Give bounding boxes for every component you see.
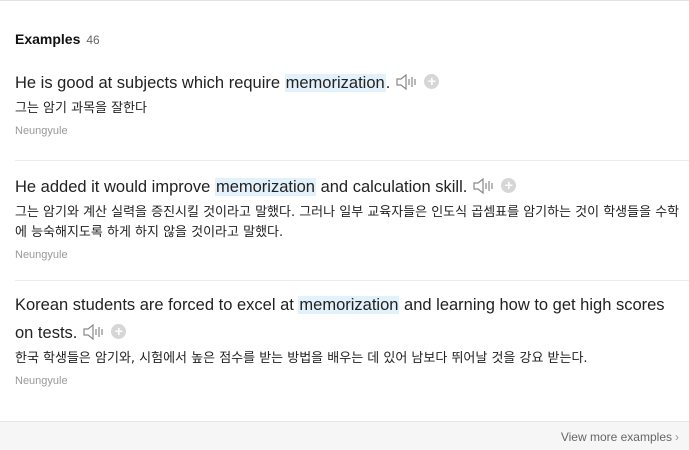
examples-footer: View more examples › xyxy=(0,421,689,450)
add-to-wordbook-icon[interactable]: + xyxy=(424,74,440,90)
sentence-text: He is good at subjects which require xyxy=(15,74,285,92)
examples-panel: Examples 46 He is good at subjects which… xyxy=(0,0,689,450)
view-more-label: View more examples xyxy=(560,430,672,444)
highlighted-term: memorization xyxy=(298,296,400,314)
example-actions: + xyxy=(83,323,127,340)
add-to-wordbook-icon[interactable]: + xyxy=(111,324,127,340)
example-sentence-en: Korean students are forced to excel at m… xyxy=(15,291,689,347)
example-translation-ko: 그는 암기와 계산 실력을 증진시킬 것이라고 말했다. 그러나 일부 교육자들… xyxy=(15,205,680,240)
example-translation-ko: 한국 학생들은 암기와, 시험에서 높은 점수를 받는 방법을 배우는 데 있어… xyxy=(15,351,588,366)
examples-count: 46 xyxy=(86,33,100,47)
speaker-icon[interactable] xyxy=(83,323,105,340)
highlighted-term: memorization xyxy=(214,178,316,196)
examples-title: Examples xyxy=(15,31,81,47)
add-to-wordbook-icon[interactable]: + xyxy=(501,178,517,194)
speaker-icon[interactable] xyxy=(473,177,495,194)
highlighted-term: memorization xyxy=(284,74,386,92)
examples-header: Examples 46 xyxy=(15,31,100,47)
example-source: Neungyule xyxy=(15,375,68,387)
speaker-icon[interactable] xyxy=(396,73,418,90)
example-source: Neungyule xyxy=(15,249,68,261)
sentence-text: Korean students are forced to excel at xyxy=(15,296,299,314)
sentence-text: He added it would improve xyxy=(15,178,215,196)
example-translation-ko: 그는 암기 과목을 잘한다 xyxy=(15,101,147,116)
example-item: He added it would improve memorization a… xyxy=(15,173,689,281)
example-item: He is good at subjects which require mem… xyxy=(15,69,689,161)
sentence-text: . xyxy=(385,74,391,92)
example-sentence-en: He added it would improve memorization a… xyxy=(15,173,689,201)
example-sentence-en: He is good at subjects which require mem… xyxy=(15,69,689,97)
example-item: Korean students are forced to excel at m… xyxy=(15,291,689,403)
view-more-examples-link[interactable]: View more examples › xyxy=(561,430,679,444)
chevron-right-icon: › xyxy=(675,430,679,444)
example-actions: + xyxy=(396,73,440,90)
example-source: Neungyule xyxy=(15,125,68,137)
sentence-text: and calculation skill. xyxy=(316,178,468,196)
example-actions: + xyxy=(473,177,517,194)
